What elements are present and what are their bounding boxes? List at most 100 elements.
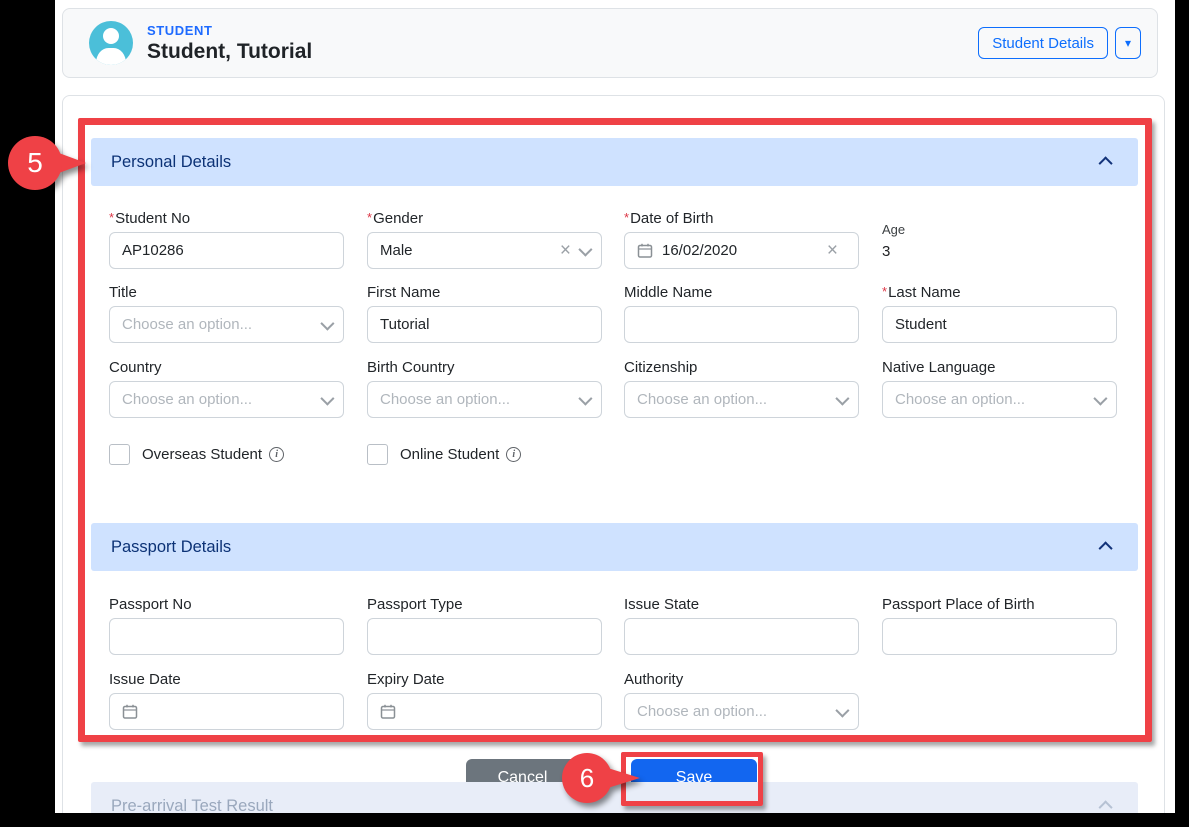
field-passport-no: Passport No <box>109 596 344 655</box>
student-header-card: STUDENT Student, Tutorial Student Detail… <box>62 8 1158 78</box>
field-passport-type: Passport Type <box>367 596 602 655</box>
chevron-down-icon <box>578 242 592 256</box>
required-marker: * <box>109 210 114 225</box>
checkbox-label: Online Student <box>400 446 499 463</box>
clear-icon[interactable]: × <box>560 241 571 260</box>
field-expiry-date: Expiry Date <box>367 671 602 730</box>
student-details-button[interactable]: Student Details <box>978 27 1108 59</box>
section-title: Passport Details <box>111 538 231 557</box>
app-page: STUDENT Student, Tutorial Student Detail… <box>55 0 1175 813</box>
field-middle-name: Middle Name <box>624 284 859 343</box>
student-avatar-icon <box>89 21 133 65</box>
student-no-input[interactable] <box>109 232 344 269</box>
gender-select[interactable]: Male × <box>367 232 602 269</box>
native-language-select[interactable]: Choose an option... <box>882 381 1117 418</box>
chevron-down-icon <box>578 391 592 405</box>
first-name-input[interactable] <box>367 306 602 343</box>
field-first-name: First Name <box>367 284 602 343</box>
field-label-text: Middle Name <box>624 284 712 301</box>
entity-type-label: STUDENT <box>147 23 978 38</box>
field-label: *Gender <box>367 210 602 228</box>
chevron-up-icon[interactable] <box>1099 541 1113 555</box>
passport-type-input[interactable] <box>367 618 602 655</box>
date-of-birth-input[interactable]: 16/02/2020 × <box>624 232 859 269</box>
field-label-text: Authority <box>624 671 683 688</box>
field-label: Passport Place of Birth <box>882 596 1117 614</box>
field-label-text: Last Name <box>888 284 961 301</box>
form-row: Passport No Passport Type Issue State Pa… <box>63 596 1164 658</box>
chevron-down-icon <box>320 391 334 405</box>
field-label: Passport Type <box>367 596 602 614</box>
last-name-input[interactable] <box>882 306 1117 343</box>
issue-date-input[interactable] <box>109 693 344 730</box>
field-label: Authority <box>624 671 859 689</box>
field-label: *Last Name <box>882 284 1117 302</box>
form-row: *Student No *Gender Male × *Date of Birt… <box>63 210 1164 272</box>
header-actions: Student Details ▾ <box>978 27 1141 59</box>
middle-name-input[interactable] <box>624 306 859 343</box>
section-header-passport-details[interactable]: Passport Details <box>91 523 1138 571</box>
field-label: Title <box>109 284 344 302</box>
chevron-down-icon <box>835 703 849 717</box>
field-title: Title Choose an option... <box>109 284 344 343</box>
checkbox-box[interactable] <box>367 444 388 465</box>
field-label: Native Language <box>882 359 1117 377</box>
expiry-date-input[interactable] <box>367 693 602 730</box>
calendar-icon <box>380 703 396 720</box>
field-citizenship: Citizenship Choose an option... <box>624 359 859 418</box>
student-details-dropdown-button[interactable]: ▾ <box>1115 27 1141 59</box>
field-last-name: *Last Name <box>882 284 1117 343</box>
passport-no-input[interactable] <box>109 618 344 655</box>
chevron-down-icon <box>835 391 849 405</box>
age-label: Age <box>882 222 1117 237</box>
overseas-student-checkbox[interactable]: Overseas Student i <box>109 444 284 465</box>
field-authority: Authority Choose an option... <box>624 671 859 730</box>
title-select[interactable]: Choose an option... <box>109 306 344 343</box>
field-passport-place-of-birth: Passport Place of Birth <box>882 596 1117 655</box>
page-title: Student, Tutorial <box>147 40 978 64</box>
checkbox-box[interactable] <box>109 444 130 465</box>
select-placeholder: Choose an option... <box>380 391 579 408</box>
field-label: Birth Country <box>367 359 602 377</box>
date-value: 16/02/2020 <box>662 242 823 259</box>
field-label-text: Passport Type <box>367 596 463 613</box>
checkbox-label: Overseas Student <box>142 446 262 463</box>
issue-state-input[interactable] <box>624 618 859 655</box>
section-header-personal-details[interactable]: Personal Details <box>91 138 1138 186</box>
caret-down-icon: ▾ <box>1125 37 1131 49</box>
field-gender: *Gender Male × <box>367 210 602 269</box>
field-label-text: Student No <box>115 210 190 227</box>
student-form-card: Personal Details *Student No *Gender Mal… <box>62 95 1165 813</box>
clear-icon[interactable]: × <box>827 241 838 260</box>
field-label-text: Issue State <box>624 596 699 613</box>
birth-country-select[interactable]: Choose an option... <box>367 381 602 418</box>
citizenship-select[interactable]: Choose an option... <box>624 381 859 418</box>
field-date-of-birth: *Date of Birth 16/02/2020 × <box>624 210 859 269</box>
field-label-text: Citizenship <box>624 359 697 376</box>
authority-select[interactable]: Choose an option... <box>624 693 859 730</box>
field-label-text: Country <box>109 359 162 376</box>
info-icon: i <box>506 447 521 462</box>
field-label-text: Date of Birth <box>630 210 713 227</box>
chevron-up-icon[interactable] <box>1099 156 1113 170</box>
age-value: 3 <box>882 243 1117 260</box>
field-label: Citizenship <box>624 359 859 377</box>
select-placeholder: Choose an option... <box>637 703 836 720</box>
field-native-language: Native Language Choose an option... <box>882 359 1117 418</box>
callout-number: 5 <box>8 136 62 190</box>
section-header-pre-arrival-test-result[interactable]: Pre-arrival Test Result <box>91 782 1138 813</box>
field-label-text: Birth Country <box>367 359 455 376</box>
select-placeholder: Choose an option... <box>122 316 321 333</box>
required-marker: * <box>882 284 887 299</box>
online-student-checkbox[interactable]: Online Student i <box>367 444 521 465</box>
field-student-no: *Student No <box>109 210 344 269</box>
form-row: Issue Date Expiry Date Authority Choose … <box>63 671 1164 733</box>
info-glyph: i <box>275 450 278 460</box>
select-placeholder: Choose an option... <box>637 391 836 408</box>
field-label-text: First Name <box>367 284 440 301</box>
field-label-text: Title <box>109 284 137 301</box>
avatar-head-shape <box>103 28 119 44</box>
passport-place-of-birth-input[interactable] <box>882 618 1117 655</box>
chevron-up-icon[interactable] <box>1099 800 1113 813</box>
country-select[interactable]: Choose an option... <box>109 381 344 418</box>
